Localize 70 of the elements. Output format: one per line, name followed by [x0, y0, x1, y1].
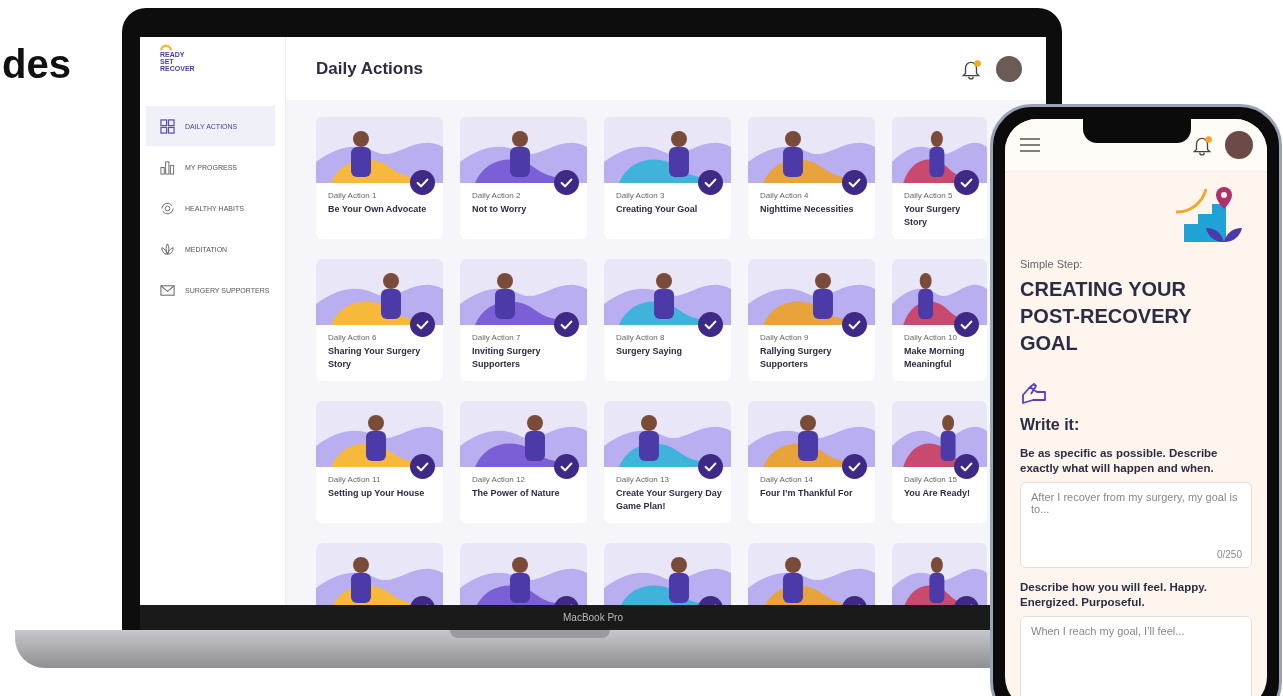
- card-number: Daily Action 7: [472, 333, 522, 342]
- lotus-icon: [160, 241, 175, 257]
- card-title: Not to Worry: [472, 203, 528, 216]
- card-title: Make Morning Meaningful: [904, 345, 966, 371]
- card-number: Daily Action 5: [904, 191, 954, 200]
- card-title: The Power of Nature: [472, 487, 561, 500]
- card-number: Daily Action 4: [760, 191, 810, 200]
- action-card[interactable]: Daily Action 4 Nighttime Necessities: [748, 117, 875, 239]
- card-title: Rallying Surgery Supporters: [760, 345, 833, 371]
- card-number: Daily Action 9: [760, 333, 810, 342]
- action-card[interactable]: Daily Action 6 Sharing Your Surgery Story: [316, 259, 443, 381]
- avatar[interactable]: [996, 55, 1022, 82]
- card-title: Nighttime Necessities: [760, 203, 855, 216]
- card-title: Your Surgery Story: [904, 203, 962, 229]
- card-title: Sharing Your Surgery Story: [328, 345, 422, 371]
- section-heading: Write it:: [1020, 416, 1081, 434]
- action-card[interactable]: Daily Action 7 Inviting Surgery Supporters: [460, 259, 587, 381]
- card-number: Daily Action 6: [328, 333, 378, 342]
- card-title: Inviting Surgery Supporters: [472, 345, 542, 371]
- bars-icon: [160, 159, 175, 175]
- card-illustration[interactable]: [604, 543, 731, 605]
- card-title: Four I’m Thankful For: [760, 487, 854, 500]
- card-illustration[interactable]: [316, 543, 443, 605]
- cycle-icon: [160, 200, 175, 216]
- card-number: Daily Action 13: [616, 475, 670, 484]
- action-card[interactable]: Daily Action 1 Be Your Own Advocate: [316, 117, 443, 239]
- card-number: Daily Action 12: [472, 475, 526, 484]
- card-number: Daily Action 15: [904, 475, 958, 484]
- card-number: Daily Action 8: [616, 333, 666, 342]
- action-card[interactable]: Daily Action 12 The Power of Nature: [460, 401, 587, 523]
- step-label: Simple Step:: [1020, 258, 1084, 270]
- character-counter: 0/250: [1216, 549, 1242, 560]
- card-title: You Are Ready!: [904, 487, 971, 500]
- action-card[interactable]: Daily Action 10 Make Morning Meaningful: [892, 259, 987, 381]
- prompt-text: Describe how you will feel. Happy. Energized. Purposeful.: [1020, 580, 1209, 610]
- avatar[interactable]: [1225, 131, 1253, 159]
- action-card[interactable]: Daily Action 14 Four I’m Thankful For: [748, 401, 875, 523]
- prompt-text: Be as specific as possible. Describe exactly what will happen and when.: [1020, 446, 1219, 476]
- card-title: Creating Your Goal: [616, 203, 699, 216]
- card-illustration[interactable]: [892, 543, 987, 605]
- card-title: Setting up Your House: [328, 487, 426, 500]
- step-title: CREATING YOUR POST-RECOVERY GOAL: [1020, 277, 1193, 356]
- action-card[interactable]: Daily Action 3 Creating Your Goal: [604, 117, 731, 239]
- card-number: Daily Action 10: [904, 333, 958, 342]
- action-card[interactable]: Daily Action 11 Setting up Your House: [316, 401, 443, 523]
- card-illustration[interactable]: [748, 543, 875, 605]
- action-card[interactable]: Daily Action 2 Not to Worry: [460, 117, 587, 239]
- card-number: Daily Action 14: [760, 475, 814, 484]
- action-card[interactable]: Daily Action 15 You Are Ready!: [892, 401, 987, 523]
- laptop-label: MacBook Pro: [563, 612, 623, 623]
- card-number: Daily Action 3: [616, 191, 666, 200]
- menu-icon[interactable]: [1020, 138, 1040, 152]
- answer-box[interactable]: When I reach my goal, I’ll feel...: [1020, 616, 1252, 696]
- notification-bell-icon[interactable]: [960, 57, 982, 80]
- page-title: Daily Actions: [316, 58, 425, 79]
- action-card[interactable]: Daily Action 5 Your Surgery Story: [892, 117, 987, 239]
- card-number: Daily Action 11: [328, 475, 382, 484]
- card-title: Surgery Saying: [616, 345, 684, 358]
- notification-bell-icon[interactable]: [1191, 134, 1213, 156]
- action-card[interactable]: Daily Action 9 Rallying Surgery Supporters: [748, 259, 875, 381]
- action-card[interactable]: Daily Action 13 Create Your Surgery Day Game Plan!: [604, 401, 731, 523]
- heading-text: des: [2, 42, 71, 86]
- card-title: Create Your Surgery Day Game Plan!: [616, 487, 723, 513]
- card-number: Daily Action 2: [472, 191, 522, 200]
- card-title: Be Your Own Advocate: [328, 203, 428, 216]
- card-number: Daily Action 1: [328, 191, 378, 200]
- mail-icon: [160, 282, 175, 298]
- card-illustration[interactable]: [460, 543, 587, 605]
- grid-icon: [160, 118, 175, 134]
- action-card[interactable]: Daily Action 8 Surgery Saying: [604, 259, 731, 381]
